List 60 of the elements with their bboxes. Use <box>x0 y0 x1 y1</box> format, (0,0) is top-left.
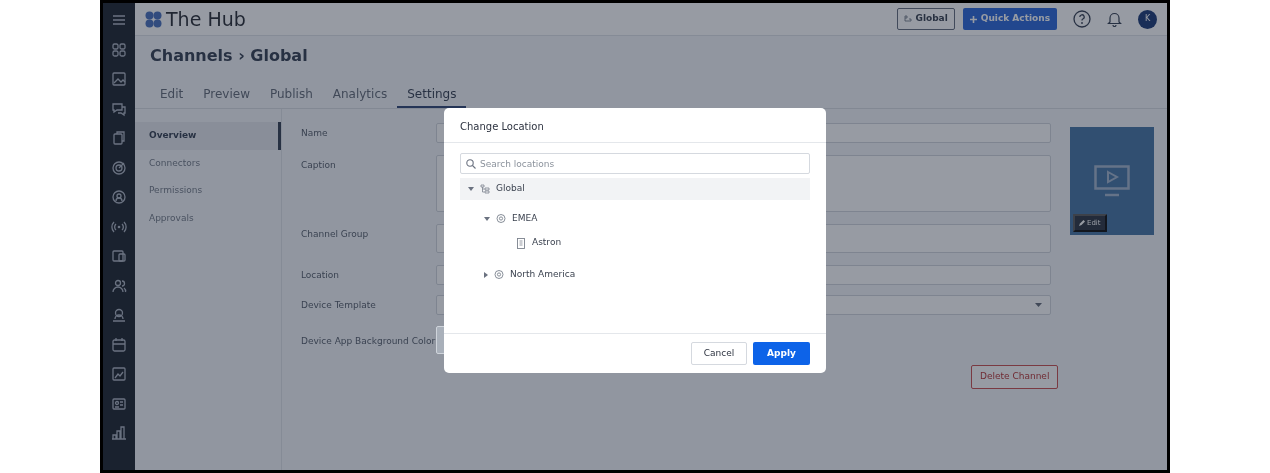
devices-icon[interactable] <box>111 248 127 264</box>
tree-item[interactable]: EMEA <box>460 208 810 230</box>
user-avatar[interactable]: K <box>1138 9 1157 29</box>
field-label: Device Template <box>301 299 376 312</box>
apply-button[interactable]: Apply <box>753 341 810 366</box>
bar-chart-icon[interactable] <box>111 425 127 441</box>
tree-item-label: Global <box>496 182 525 196</box>
image-icon[interactable] <box>111 71 127 87</box>
settings-nav-item[interactable]: Approvals <box>135 204 281 232</box>
tab[interactable]: Publish <box>259 74 323 108</box>
field-label: Location <box>301 269 340 282</box>
caret-down-icon[interactable] <box>468 187 474 191</box>
tree-item[interactable]: Global <box>460 178 810 200</box>
tree-item[interactable]: Astron <box>460 232 810 254</box>
settings-nav-item[interactable]: Connectors <box>135 149 281 177</box>
grid-icon[interactable] <box>111 41 127 58</box>
calendar-icon[interactable] <box>111 336 127 353</box>
tab[interactable]: Edit <box>150 74 194 108</box>
tree-item[interactable]: North America <box>460 264 810 286</box>
pencil-icon <box>1079 219 1085 226</box>
help-icon[interactable] <box>1073 10 1091 28</box>
tab[interactable]: Analytics <box>322 74 398 108</box>
user-badge-icon[interactable] <box>111 189 127 205</box>
target-icon[interactable] <box>111 159 127 176</box>
caret-down-icon[interactable] <box>484 217 490 221</box>
quick-actions-button[interactable]: Quick Actions <box>962 8 1057 30</box>
location-pin-icon <box>496 214 506 224</box>
tree-item-label: EMEA <box>512 212 538 226</box>
field-label: Name <box>301 127 328 140</box>
caret-right-icon[interactable] <box>484 272 488 278</box>
search-icon <box>466 159 476 169</box>
tree-item-label: North America <box>510 268 576 282</box>
settings-nav-item[interactable]: Overview <box>135 122 281 150</box>
plus-icon <box>969 15 977 23</box>
tree-item-label: Astron <box>532 236 562 250</box>
monitor-play-icon <box>1094 165 1130 198</box>
page-title: Channels › Global <box>149 45 309 67</box>
user-icon[interactable] <box>111 307 127 323</box>
location-pin-icon <box>494 270 504 280</box>
id-card-icon[interactable] <box>111 395 127 412</box>
menu-icon[interactable] <box>111 12 127 28</box>
field-label: Device App Background Color <box>301 335 436 348</box>
document-icon[interactable] <box>111 130 127 146</box>
chat-icon[interactable] <box>111 100 127 117</box>
people-icon[interactable] <box>111 277 127 294</box>
search-field[interactable]: Search locations <box>460 153 810 174</box>
delete-channel-button[interactable]: Delete Channel <box>971 365 1059 389</box>
logo-icon <box>145 10 162 28</box>
caret-icon <box>1035 303 1042 307</box>
settings-nav-item[interactable]: Permissions <box>135 177 281 205</box>
scope-button[interactable]: Global <box>896 8 955 30</box>
notification-bell-icon[interactable] <box>1107 11 1122 27</box>
tab[interactable]: Preview <box>193 74 260 108</box>
cancel-button[interactable]: Cancel <box>691 341 747 366</box>
dialog-title: Change Location <box>444 108 826 143</box>
building-icon <box>516 237 526 249</box>
field-label: Caption <box>301 159 336 172</box>
report-icon[interactable] <box>111 366 127 382</box>
brand-name: The Hub <box>166 6 246 32</box>
field-label: Channel Group <box>301 228 369 241</box>
